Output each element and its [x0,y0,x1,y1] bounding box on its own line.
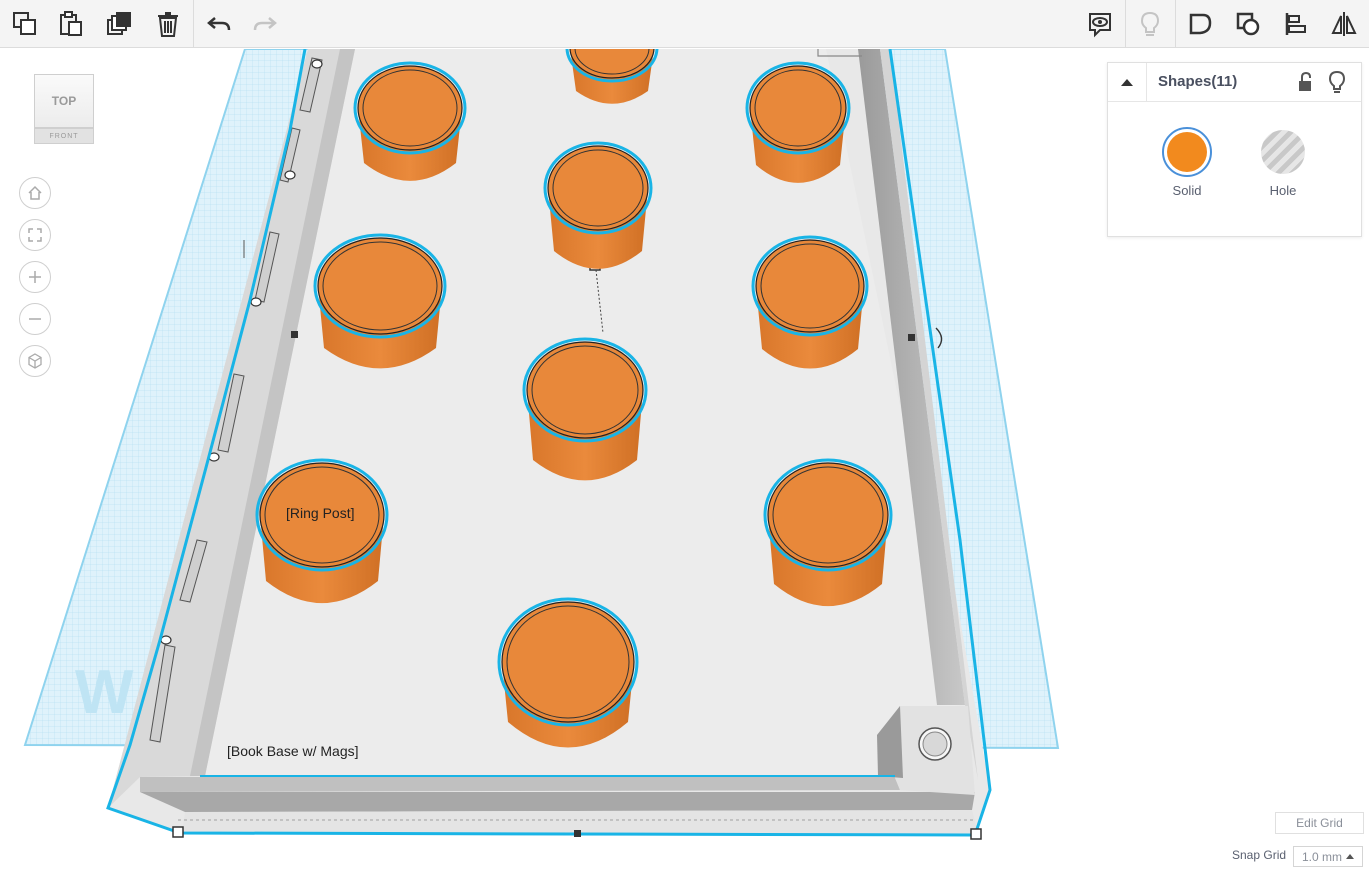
caret-up-icon [1346,854,1354,859]
caret-up-icon [1121,79,1133,86]
mirror-button[interactable] [1324,4,1364,44]
mirror-icon [1331,12,1357,36]
cylinder-top [547,145,649,231]
ring-post-cylinder[interactable] [255,458,389,604]
ungroup-icon [1236,12,1260,36]
cylinder-top [767,462,889,568]
perspective-button[interactable] [19,345,51,377]
panel-title: Shapes(11) [1158,73,1238,90]
cylinder-top [749,65,847,151]
hole-swatch-fill [1261,130,1305,174]
ring-post-cylinder[interactable] [543,141,653,269]
copy-icon [13,12,36,35]
hole-option[interactable] [1258,127,1308,177]
top-toolbar [0,0,1369,48]
fit-view-button[interactable] [19,219,51,251]
undo-button[interactable] [199,4,239,44]
toggle-visibility-icon [1140,11,1160,36]
cylinder-top [755,239,865,333]
group-button[interactable] [1180,4,1220,44]
solid-label: Solid [1172,183,1202,198]
copy-button[interactable] [5,4,45,44]
ungroup-button[interactable] [1228,4,1268,44]
lock-button[interactable] [1292,69,1318,95]
delete-icon [158,12,178,37]
paste-icon [60,11,82,36]
zoom-out-icon [29,318,41,320]
zoom-out-button[interactable] [19,303,51,335]
align-icon [1285,13,1306,35]
snap-grid-label: Snap Grid [1232,848,1287,862]
redo-button[interactable] [245,4,285,44]
undo-icon [207,17,231,31]
ring-post-cylinder[interactable] [522,337,648,481]
zoom-in-icon [29,271,41,283]
light-bulb-icon [1328,71,1346,93]
home-icon [28,185,42,200]
ring-post-cylinder[interactable] [497,597,639,748]
hole-label: Hole [1269,183,1297,198]
light-bulb-button[interactable] [1324,69,1350,95]
align-button[interactable] [1276,4,1316,44]
group-icon [1189,13,1212,35]
workplane-watermark: W [75,658,134,727]
edit-grid-button[interactable]: Edit Grid [1275,812,1364,834]
solid-swatch-fill [1167,132,1207,172]
shape-inspector-panel: Shapes(11) Solid Hole [1107,62,1362,237]
perspective-icon [28,353,42,369]
toggle-visibility-button[interactable] [1130,4,1170,44]
unlock-icon [1299,72,1311,91]
panel-collapse-button[interactable] [1108,63,1147,101]
home-view-button[interactable] [19,177,51,209]
view-cube-front[interactable]: FRONT [34,128,94,144]
paste-button[interactable] [51,4,91,44]
ring-post-cylinder[interactable] [313,233,447,369]
book-base-label: [Book Base w/ Mags] [227,743,359,759]
zoom-in-button[interactable] [19,261,51,293]
view-cube[interactable]: TOP FRONT [30,72,100,148]
duplicate-icon [107,12,131,35]
ring-post-cylinder[interactable] [751,235,869,369]
view-cube-top[interactable]: TOP [34,74,94,128]
snap-grid-select[interactable]: 1.0 mm [1293,846,1363,867]
show-all-icon [1089,13,1111,38]
solid-option[interactable] [1162,127,1212,177]
duplicate-button[interactable] [100,4,140,44]
ring-post-cylinder[interactable] [353,61,467,181]
redo-icon [253,17,277,31]
show-all-button[interactable] [1080,4,1120,44]
cylinder-top [526,341,644,439]
delete-button[interactable] [148,4,188,44]
panel-header: Shapes(11) [1108,63,1361,102]
ring-post-label: [Ring Post] [286,505,355,521]
ring-post-cylinder[interactable] [745,61,851,183]
snap-grid-value: 1.0 mm [1302,849,1343,864]
cylinder-top [357,65,463,151]
fit-icon [28,228,42,242]
ring-post-cylinder[interactable] [763,458,893,607]
cylinder-top [317,237,443,335]
cylinder-top [501,601,635,723]
